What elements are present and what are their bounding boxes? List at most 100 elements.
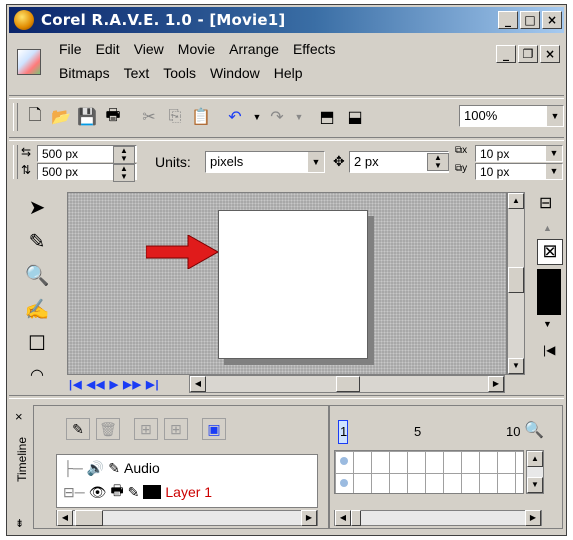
toolbar-grip[interactable] xyxy=(13,103,18,131)
pencil-icon[interactable]: ✎ xyxy=(128,484,140,501)
dup-x-icon: ⧉x xyxy=(455,145,468,156)
zoom-tool-icon[interactable]: 🔍 xyxy=(23,261,51,289)
zoom-icon[interactable]: 🔍 xyxy=(524,420,544,440)
layer-color-swatch[interactable] xyxy=(143,485,162,499)
new-layer-icon[interactable]: ✎ xyxy=(66,418,90,440)
drawing-stage[interactable] xyxy=(67,192,507,375)
layer-scroll-thumb[interactable] xyxy=(75,510,103,526)
layer-row-1[interactable]: ⊟─ 👁 🖶 ✎ Layer 1 xyxy=(63,481,212,503)
dup-y-icon: ⧉y xyxy=(455,163,468,174)
maximize-button[interactable]: □ xyxy=(520,11,540,29)
layer-up-icon[interactable]: ⊞ xyxy=(134,418,158,440)
scroll-down-button[interactable]: ▼ xyxy=(527,477,543,493)
chevron-down-icon[interactable]: ▼ xyxy=(307,152,324,172)
layer-hscrollbar[interactable]: ◀ ▶ xyxy=(56,510,318,526)
chevron-down-icon[interactable]: ▼ xyxy=(545,146,562,161)
horizontal-scroll-thumb[interactable] xyxy=(336,376,360,392)
vertical-scroll-thumb[interactable] xyxy=(508,267,524,293)
menu-arrange[interactable]: Arrange xyxy=(229,41,279,63)
print-icon[interactable]: 🖶 xyxy=(101,106,125,128)
eye-icon[interactable]: 👁 xyxy=(89,484,107,501)
cut-icon[interactable]: ✂ xyxy=(137,106,161,128)
mdi-restore-button[interactable]: ❐ xyxy=(518,45,538,63)
chevron-down-icon[interactable]: ▼ xyxy=(546,106,563,126)
menu-text[interactable]: Text xyxy=(124,65,150,87)
freehand-tool-icon[interactable]: ✍ xyxy=(23,295,51,323)
menu-view[interactable]: View xyxy=(134,41,164,63)
palette-up-icon[interactable]: ▲ xyxy=(543,223,552,233)
dup-y-field[interactable]: 10 px ▼ xyxy=(475,163,563,180)
delete-layer-icon[interactable]: 🗑 xyxy=(96,418,120,440)
frame-ruler[interactable]: 1 5 10 xyxy=(330,406,520,444)
vertical-scrollbar[interactable]: ▲ ▼ xyxy=(507,192,525,375)
keyframe-marker[interactable] xyxy=(340,457,348,465)
mdi-minimize-button[interactable]: _ xyxy=(496,45,516,63)
docker-icon[interactable]: ⊟ xyxy=(539,193,552,213)
title-bar[interactable]: Corel R.A.V.E. 1.0 - [Movie1] _ □ × xyxy=(9,7,564,33)
nudge-icon: ✥ xyxy=(333,153,345,169)
units-select[interactable]: pixels ▼ xyxy=(205,151,325,173)
menu-effects[interactable]: Effects xyxy=(293,41,336,63)
dup-x-field[interactable]: 10 px ▼ xyxy=(475,145,563,162)
menu-tools[interactable]: Tools xyxy=(163,65,196,87)
black-swatch[interactable] xyxy=(537,269,561,315)
frame-grid[interactable] xyxy=(334,450,524,494)
horizontal-scrollbar[interactable]: ◀ ▶ xyxy=(189,375,505,393)
frame-vscrollbar[interactable]: ▲ ▼ xyxy=(526,450,544,494)
palette-down-icon[interactable]: ▼ xyxy=(543,319,552,329)
expand-icon[interactable]: ⇟ xyxy=(15,517,24,530)
printer-icon[interactable]: 🖶 xyxy=(110,480,123,504)
playback-controls[interactable]: |◀ ◀◀ ▶ ▶▶ ▶| xyxy=(69,376,187,392)
close-button[interactable]: × xyxy=(542,11,562,29)
chevron-down-icon[interactable]: ▼ xyxy=(545,164,562,179)
frame-hscrollbar[interactable]: ◀ ▶ xyxy=(334,510,542,526)
scroll-left-button[interactable]: ◀ xyxy=(190,376,206,392)
mdi-close-button[interactable]: × xyxy=(540,45,560,63)
frame-scroll-thumb[interactable] xyxy=(351,510,361,526)
scroll-left-button[interactable]: ◀ xyxy=(335,510,351,526)
shape-tool-icon[interactable]: ✎ xyxy=(23,227,51,255)
minimize-button[interactable]: _ xyxy=(498,11,518,29)
menu-movie[interactable]: Movie xyxy=(178,41,215,63)
save-icon[interactable]: 💾 xyxy=(75,106,99,128)
menu-help[interactable]: Help xyxy=(274,65,303,87)
scroll-right-button[interactable]: ▶ xyxy=(525,510,541,526)
new-icon[interactable]: 🗋 xyxy=(23,106,47,128)
scroll-up-button[interactable]: ▲ xyxy=(508,193,524,209)
menu-edit[interactable]: Edit xyxy=(96,41,120,63)
keyframe-marker[interactable] xyxy=(340,479,348,487)
nudge-spinner[interactable]: ▲ ▼ xyxy=(427,153,449,171)
export-icon[interactable]: ⬓ xyxy=(343,106,367,128)
menu-file[interactable]: File xyxy=(59,41,82,63)
scroll-up-button[interactable]: ▲ xyxy=(527,451,543,467)
import-icon[interactable]: ⬒ xyxy=(315,106,339,128)
layer-properties-icon[interactable]: ▣ xyxy=(202,418,226,440)
height-spinner[interactable]: ▲ ▼ xyxy=(113,164,135,182)
palette-menu-icon[interactable]: |◀ xyxy=(543,343,555,357)
scroll-down-button[interactable]: ▼ xyxy=(508,358,524,374)
paste-icon[interactable]: 📋 xyxy=(189,106,213,128)
scroll-right-button[interactable]: ▶ xyxy=(488,376,504,392)
redo-icon[interactable]: ↷ xyxy=(265,106,289,128)
ellipse-tool-icon[interactable]: ◠ xyxy=(23,361,51,389)
layer-row-audio[interactable]: ├─ 🔊 ✎ Audio xyxy=(63,457,160,479)
pick-tool-icon[interactable]: ➤ xyxy=(23,193,51,221)
movie-canvas[interactable] xyxy=(218,210,368,359)
layer-list[interactable]: ├─ 🔊 ✎ Audio ⊟─ 👁 🖶 ✎ Layer 1 xyxy=(56,454,318,508)
width-spinner[interactable]: ▲ ▼ xyxy=(113,146,135,164)
undo-icon[interactable]: ↶ xyxy=(223,106,247,128)
layer-down-icon[interactable]: ⊞ xyxy=(164,418,188,440)
open-icon[interactable]: 📂 xyxy=(49,106,73,128)
menu-bitmaps[interactable]: Bitmaps xyxy=(59,65,110,87)
toolbar-grip[interactable] xyxy=(13,145,18,179)
no-color-swatch[interactable]: ⊠ xyxy=(537,239,563,265)
scroll-left-button[interactable]: ◀ xyxy=(57,510,73,526)
menu-window[interactable]: Window xyxy=(210,65,260,87)
close-icon[interactable]: × xyxy=(15,409,23,424)
scroll-right-button[interactable]: ▶ xyxy=(301,510,317,526)
redo-dropdown-icon[interactable]: ▼ xyxy=(287,106,311,128)
zoom-select[interactable]: 100% ▼ xyxy=(459,105,564,127)
copy-icon[interactable]: ⎘ xyxy=(163,106,187,128)
rectangle-tool-icon[interactable]: ☐ xyxy=(23,329,51,357)
document-icon[interactable] xyxy=(17,49,41,75)
